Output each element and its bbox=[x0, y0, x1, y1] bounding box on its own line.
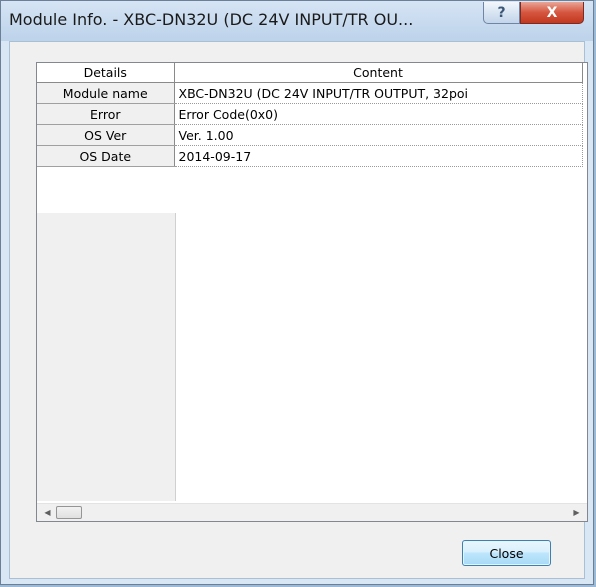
table-header-row: Details Content bbox=[37, 63, 583, 83]
window-close-icon[interactable]: X bbox=[520, 2, 584, 24]
dialog-body: Details Content Module name XBC-DN32U (D… bbox=[9, 41, 588, 579]
scroll-left-icon[interactable]: ◀ bbox=[39, 504, 56, 521]
row-value: XBC-DN32U (DC 24V INPUT/TR OUTPUT, 32poi bbox=[174, 82, 583, 104]
column-header-details[interactable]: Details bbox=[37, 63, 175, 83]
window-title: Module Info. - XBC-DN32U (DC 24V INPUT/T… bbox=[9, 10, 414, 29]
row-value: Error Code(0x0) bbox=[174, 103, 583, 125]
column-header-content[interactable]: Content bbox=[174, 63, 583, 83]
scroll-thumb[interactable] bbox=[56, 506, 82, 519]
row-value: 2014-09-17 bbox=[174, 145, 583, 167]
row-key: OS Date bbox=[37, 145, 175, 167]
table-row[interactable]: Module name XBC-DN32U (DC 24V INPUT/TR O… bbox=[37, 82, 583, 104]
row-value: Ver. 1.00 bbox=[174, 124, 583, 146]
module-info-window: Module Info. - XBC-DN32U (DC 24V INPUT/T… bbox=[0, 0, 594, 585]
table-row[interactable]: OS Date 2014-09-17 bbox=[37, 145, 583, 167]
table-row[interactable]: OS Ver Ver. 1.00 bbox=[37, 124, 583, 146]
key-column-empty-area bbox=[37, 213, 176, 501]
scroll-right-icon[interactable]: ▶ bbox=[568, 504, 585, 521]
row-key: Module name bbox=[37, 82, 175, 104]
row-key: OS Ver bbox=[37, 124, 175, 146]
help-icon[interactable]: ? bbox=[483, 2, 520, 24]
horizontal-scrollbar[interactable]: ◀ ▶ bbox=[37, 503, 587, 521]
table-row[interactable]: Error Error Code(0x0) bbox=[37, 103, 583, 125]
title-bar[interactable]: Module Info. - XBC-DN32U (DC 24V INPUT/T… bbox=[1, 1, 593, 41]
info-table: Details Content Module name XBC-DN32U (D… bbox=[37, 63, 583, 167]
close-button[interactable]: Close bbox=[462, 540, 551, 566]
module-info-list[interactable]: Details Content Module name XBC-DN32U (D… bbox=[36, 62, 588, 522]
row-key: Error bbox=[37, 103, 175, 125]
